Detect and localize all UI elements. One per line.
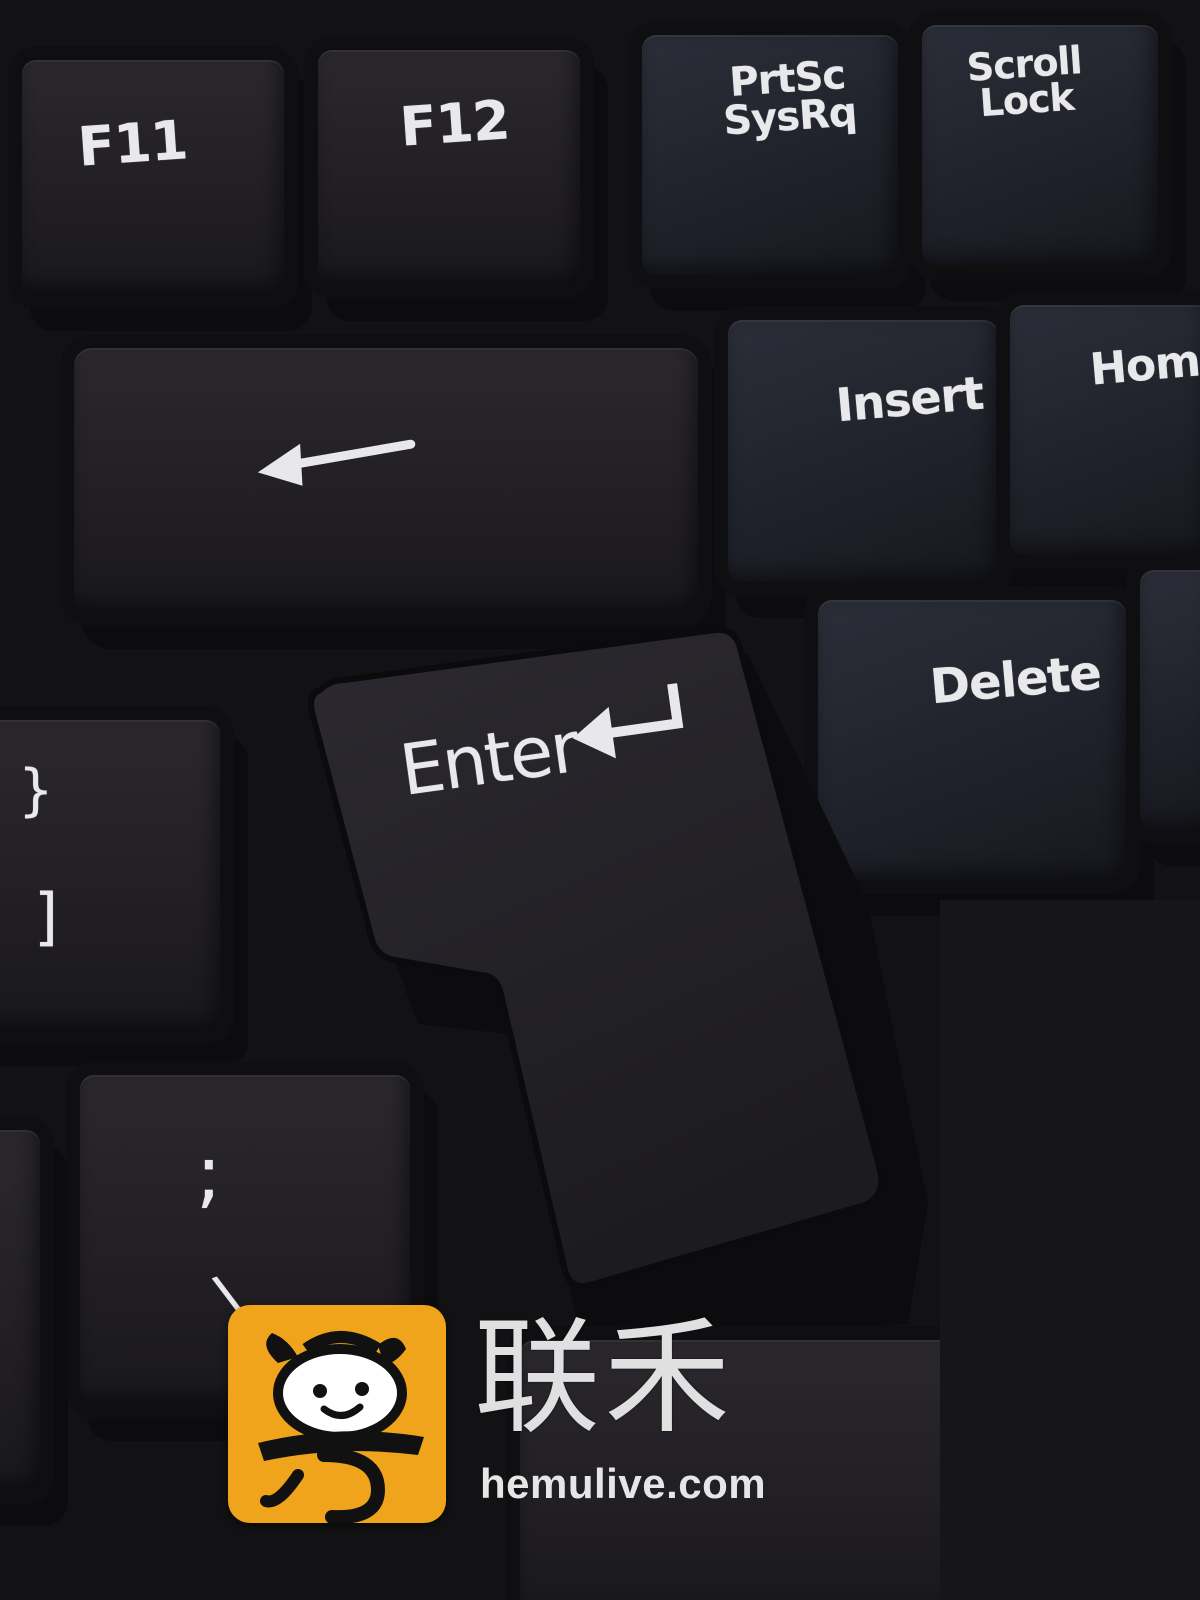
legend-bracket: ]	[34, 880, 58, 953]
legend-f12: F12	[397, 88, 512, 159]
legend-brace: }	[18, 758, 54, 823]
watermark-brand-name: 联禾	[474, 1304, 734, 1451]
keyboard-photo: F11 F12 PrtSc SysRq Scroll Lock Insert H…	[0, 0, 1200, 1600]
watermark-url: hemulive.com	[480, 1460, 767, 1507]
legend-f11: F11	[75, 108, 190, 179]
watermark-logo	[228, 1305, 446, 1523]
key-right-bottom	[940, 900, 1200, 1600]
legend-prtsc-line2: SysRq	[721, 89, 858, 145]
enter-arrow-icon	[572, 683, 684, 759]
cow-face-mascot-icon	[258, 1331, 424, 1523]
legend-scroll-lock: Scroll Lock	[965, 38, 1086, 126]
legend-home: Hom	[1087, 335, 1200, 396]
legend-scroll-line2: Lock	[978, 74, 1076, 126]
legend-prtsc: PrtSc SysRq	[720, 52, 858, 145]
legend-semicolon: ;	[196, 1128, 222, 1217]
